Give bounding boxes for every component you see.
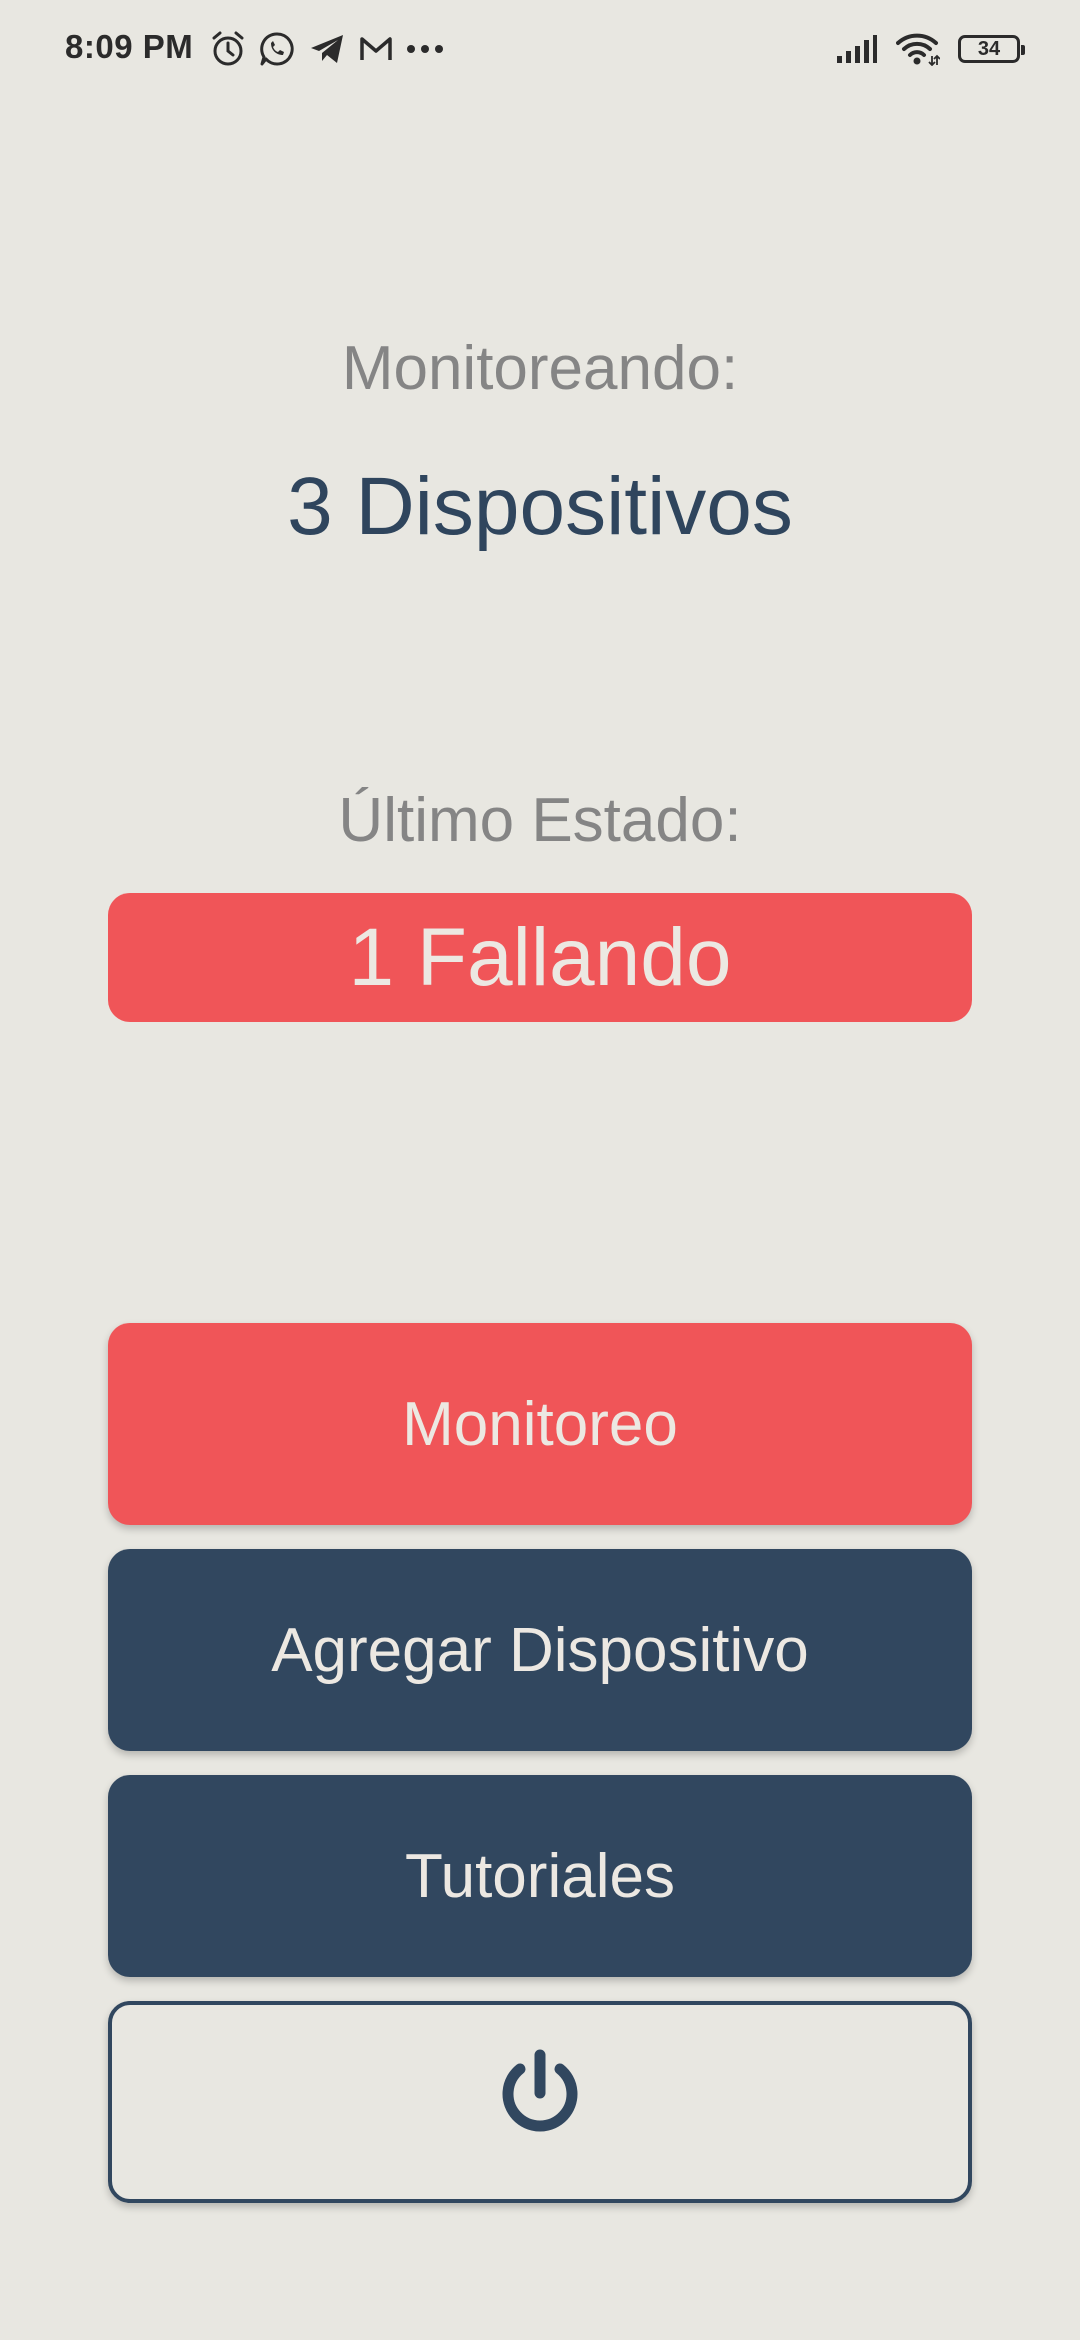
power-button[interactable] bbox=[108, 2001, 972, 2203]
signal-icon bbox=[836, 34, 878, 64]
tutorials-button-label: Tutoriales bbox=[405, 1841, 675, 1911]
last-state-label: Último Estado: bbox=[338, 786, 742, 855]
add-device-button-label: Agregar Dispositivo bbox=[271, 1615, 809, 1685]
telegram-icon bbox=[308, 31, 346, 67]
add-device-button[interactable]: Agregar Dispositivo bbox=[108, 1549, 972, 1751]
more-notifications-icon bbox=[406, 44, 444, 54]
monitoring-label: Monitoreando: bbox=[341, 334, 739, 403]
battery-icon: 34 bbox=[958, 35, 1025, 63]
failing-status-badge: 1 Fallando bbox=[108, 893, 972, 1022]
monitor-button[interactable]: Monitoreo bbox=[108, 1323, 972, 1525]
notification-icons bbox=[210, 28, 444, 70]
tutorials-button[interactable]: Tutoriales bbox=[108, 1775, 972, 1977]
alarm-icon bbox=[210, 30, 246, 68]
failing-status-text: 1 Fallando bbox=[348, 911, 732, 1003]
gmail-icon bbox=[358, 34, 394, 64]
monitor-button-label: Monitoreo bbox=[402, 1389, 678, 1459]
whatsapp-icon bbox=[258, 30, 296, 68]
device-count: 3 Dispositivos bbox=[287, 461, 793, 552]
system-icons: 34 bbox=[836, 28, 1025, 70]
power-icon bbox=[494, 2047, 586, 2158]
status-bar: 8:09 PM 34 bbox=[0, 0, 1080, 100]
wifi-icon bbox=[896, 32, 940, 66]
status-time: 8:09 PM bbox=[65, 28, 194, 65]
